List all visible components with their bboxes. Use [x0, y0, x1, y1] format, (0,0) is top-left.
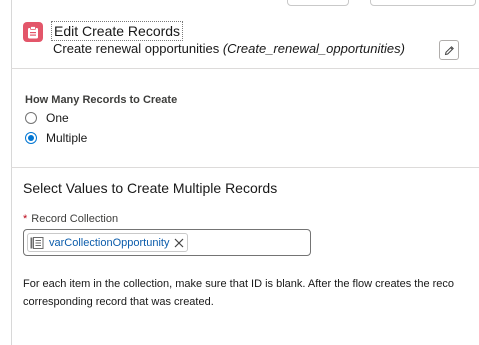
help-text-line-1: For each item in the collection, make su… [23, 278, 455, 290]
how-many-section: How Many Records to Create One Multiple [11, 69, 479, 168]
radio-label-multiple: Multiple [46, 131, 88, 145]
clipboard-icon [23, 22, 43, 42]
radio-label-one: One [46, 111, 69, 125]
collection-pill-label: varCollectionOpportunity [49, 236, 170, 249]
editor-header: Edit Create Records Create renewal oppor… [11, 0, 479, 69]
page-title: Edit Create Records [51, 21, 184, 41]
edit-button[interactable] [439, 40, 459, 60]
collection-icon [30, 236, 44, 250]
radio-button-multiple[interactable] [25, 132, 37, 144]
radio-button-one[interactable] [25, 112, 37, 124]
element-subtitle: Create renewal opportunities (Create_ren… [53, 40, 405, 57]
radio-option-one[interactable]: One [25, 111, 69, 125]
section-title: Select Values to Create Multiple Records [23, 180, 278, 196]
how-many-label: How Many Records to Create [25, 94, 178, 106]
element-api-name: (Create_renewal_opportunities) [222, 41, 405, 56]
help-text: For each item in the collection, make su… [23, 275, 479, 311]
element-label: Create renewal opportunities [53, 41, 220, 56]
help-text-line-2: corresponding record that was created. [23, 296, 214, 308]
record-collection-input[interactable]: varCollectionOpportunity [23, 229, 311, 256]
pencil-icon [444, 45, 454, 55]
radio-option-multiple[interactable]: Multiple [25, 131, 87, 145]
collection-pill[interactable]: varCollectionOpportunity [27, 233, 189, 252]
record-collection-label: * Record Collection [23, 213, 118, 225]
close-icon[interactable] [174, 238, 184, 248]
record-collection-label-text: Record Collection [31, 213, 119, 225]
required-marker: * [23, 213, 28, 225]
